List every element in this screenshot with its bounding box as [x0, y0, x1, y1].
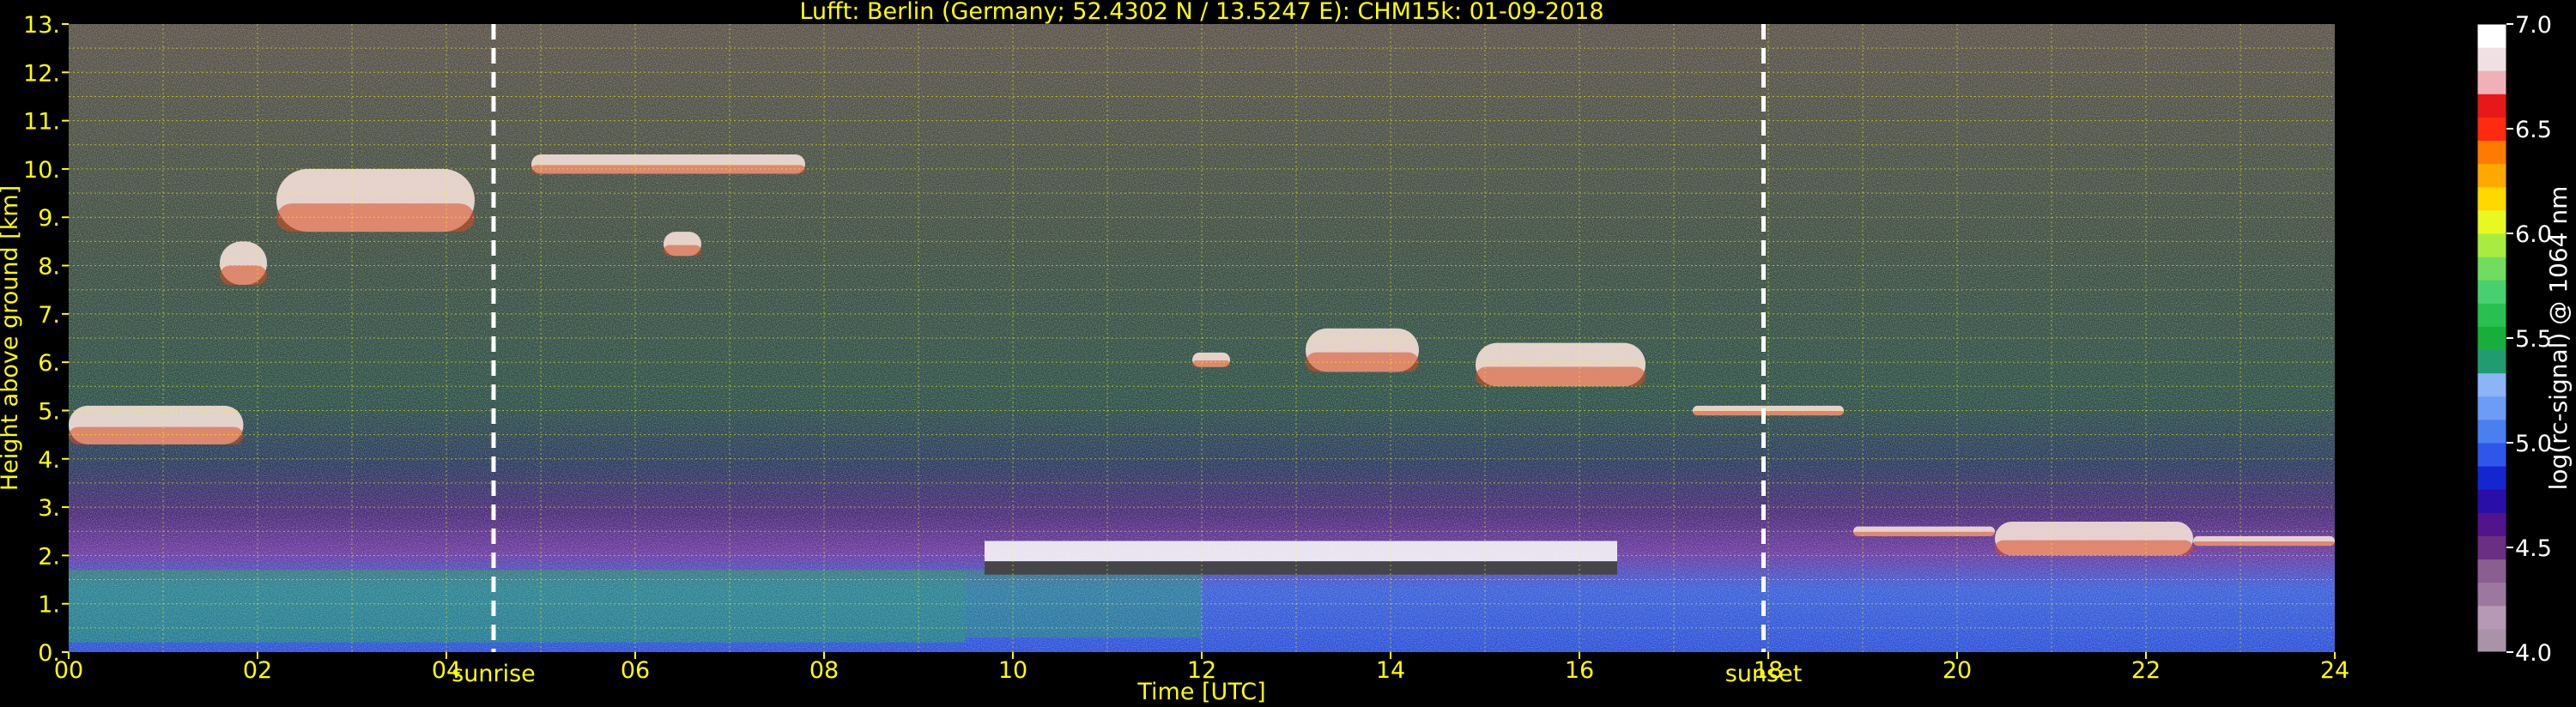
y-tick-label: 9. — [38, 205, 60, 232]
colorbar-band — [2477, 372, 2506, 397]
colorbar-band — [2477, 535, 2506, 560]
y-tick-label: 5. — [38, 398, 60, 425]
chart-title: Lufft: Berlin (Germany; 52.4302 N / 13.5… — [799, 0, 1603, 25]
colorbar-tick-label: 7.0 — [2515, 12, 2552, 39]
x-tick-label: 12 — [1187, 657, 1216, 684]
cloud-region-edge — [69, 426, 244, 444]
colorbar-band — [2477, 443, 2506, 467]
colorbar-band — [2477, 489, 2506, 513]
colorbar-band — [2477, 47, 2506, 71]
colorbar-band — [2477, 280, 2506, 304]
boundary-layer-shadow — [985, 561, 1617, 575]
colorbar-band — [2477, 512, 2506, 536]
colorbar-band — [2477, 163, 2506, 188]
colorbar-band — [2477, 582, 2506, 607]
colorbar-band — [2477, 140, 2506, 165]
y-tick-label: 10. — [23, 157, 60, 184]
y-tick-label: 7. — [38, 302, 60, 329]
y-tick-label: 4. — [38, 447, 60, 474]
colorbar-band — [2477, 233, 2506, 257]
y-tick-label: 2. — [38, 543, 60, 570]
plot-area — [69, 24, 2335, 652]
y-tick-label: 6. — [38, 350, 60, 377]
annotation-label: sunset — [1725, 661, 1803, 687]
y-tick-label: 11. — [23, 109, 60, 136]
x-tick-label: 16 — [1565, 657, 1594, 684]
x-tick-label: 02 — [243, 657, 272, 684]
cloud-region-edge — [2193, 541, 2335, 547]
colorbar-band — [2477, 186, 2506, 211]
x-tick-label: 20 — [1943, 657, 1972, 684]
ceilometer-figure: Lufft: Berlin (Germany; 52.4302 N / 13.5… — [0, 0, 2576, 707]
y-tick-label: 12. — [23, 60, 60, 87]
x-tick-label: 24 — [2320, 657, 2349, 684]
colorbar-band — [2477, 559, 2506, 583]
colorbar-band — [2477, 24, 2506, 48]
cloud-region-edge — [1476, 366, 1646, 387]
y-tick-label: 13. — [23, 12, 60, 39]
colorbar-band — [2477, 466, 2506, 490]
colorbar-band — [2477, 209, 2506, 234]
colorbar-band — [2477, 117, 2506, 142]
cloud-region-edge — [220, 265, 267, 286]
colorbar-band — [2477, 396, 2506, 420]
colorbar-band — [2477, 303, 2506, 327]
annotation-label: sunrise — [452, 661, 536, 687]
cloud-region-edge — [1192, 360, 1230, 367]
colorbar-tick-label: 6.5 — [2515, 117, 2552, 143]
colorbar-bands — [2477, 24, 2506, 653]
y-axis-label: Height above ground [km] — [0, 185, 23, 491]
colorbar-band — [2477, 94, 2506, 118]
colorbar-band — [2477, 326, 2506, 351]
colorbar-tick-label: 4.0 — [2515, 640, 2552, 667]
colorbar-tick-label: 4.5 — [2515, 535, 2552, 562]
y-tick-label: 3. — [38, 495, 60, 522]
cloud-region-edge — [1995, 540, 2193, 556]
colorbar-band — [2477, 628, 2506, 653]
colorbar-band — [2477, 70, 2506, 94]
cloud-region-edge — [1853, 531, 1995, 536]
x-tick-label: 06 — [621, 657, 650, 684]
colorbar-band — [2477, 349, 2506, 374]
x-tick-label: 22 — [2131, 657, 2161, 684]
x-tick-label: 14 — [1376, 657, 1405, 684]
colorbar-band — [2477, 419, 2506, 444]
x-tick-label: 10 — [998, 657, 1027, 684]
colorbar-band — [2477, 257, 2506, 281]
y-tick-label: 1. — [38, 592, 60, 619]
x-tick-label: 08 — [809, 657, 839, 684]
y-tick-label: 8. — [38, 254, 60, 281]
cloud-region-edge — [664, 245, 701, 257]
colorbar-label: log(rc-signal) @ 1064 nm — [2544, 186, 2573, 491]
cloud-region-edge — [531, 165, 805, 174]
y-tick-label: 0. — [38, 640, 60, 667]
colorbar-band — [2477, 605, 2506, 630]
